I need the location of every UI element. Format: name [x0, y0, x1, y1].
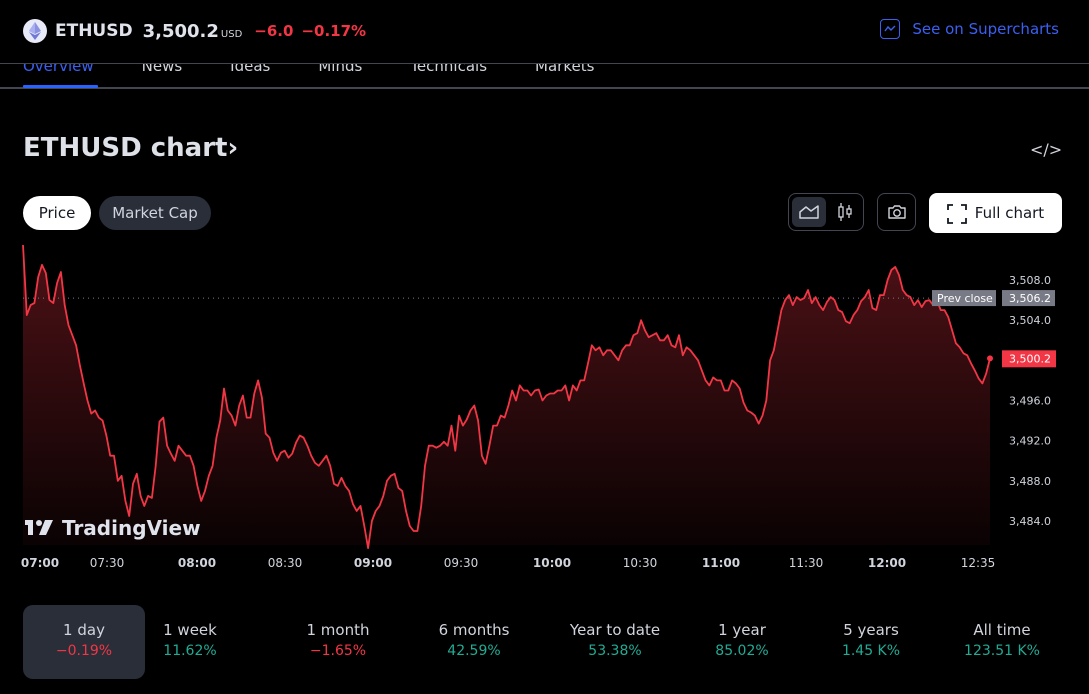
period-1-year[interactable]: 1 year 85.02% — [681, 605, 803, 679]
chart-style-switch — [788, 193, 864, 231]
period-change: 85.02% — [715, 643, 769, 659]
x-tick-label: 09:00 — [354, 556, 392, 570]
period-label: Year to date — [569, 621, 661, 639]
period-change: 1.45 K% — [841, 643, 901, 659]
screenshot-button[interactable] — [877, 193, 916, 231]
camera-icon — [887, 205, 906, 219]
period-all-time[interactable]: All time 123.51 K% — [941, 605, 1063, 679]
period-5-years[interactable]: 5 years 1.45 K% — [810, 605, 932, 679]
price-chart[interactable]: 3,508.0 3,504.0 3,496.0 3,492.0 3,488.0 3,484… — [0, 245, 1089, 585]
symbol-name: ETHUSD — [55, 21, 133, 41]
period-label: 1 month — [306, 621, 370, 639]
x-tick-label: 10:30 — [623, 556, 658, 570]
candles-chart-button[interactable] — [829, 197, 861, 227]
period-change: 42.59% — [447, 643, 501, 659]
x-tick-label: 08:30 — [268, 556, 303, 570]
period-change: 11.62% — [163, 643, 217, 659]
period-change: −1.65% — [309, 643, 367, 659]
last-price-dot — [987, 355, 993, 362]
chart-title: ETHUSD chart — [23, 133, 228, 163]
prev-close-label: Prev close — [937, 292, 993, 305]
period-label: All time — [973, 621, 1031, 639]
period-label: 1 year — [718, 621, 766, 639]
see-on-supercharts-link[interactable]: See on Supercharts — [880, 19, 1059, 39]
y-tick-label: 3,492.0 — [1009, 435, 1051, 448]
x-tick-label: 08:00 — [178, 556, 216, 570]
fullscreen-icon — [946, 204, 967, 224]
embed-code-button[interactable]: </> — [1030, 140, 1062, 159]
y-tick-label: 3,504.0 — [1009, 314, 1051, 327]
divider — [0, 63, 1089, 64]
prev-close-badge: Prev close 3,506.2 — [932, 290, 1055, 307]
area-chart-button[interactable] — [792, 197, 826, 227]
supercharts-label: See on Supercharts — [912, 20, 1059, 38]
period-label: 5 years — [843, 621, 899, 639]
last-price: 3,500.2 — [142, 20, 219, 42]
x-tick-label: 11:30 — [789, 556, 824, 570]
period-label: 1 week — [163, 621, 217, 639]
period-1-month[interactable]: 1 month −1.65% — [277, 605, 399, 679]
y-tick-label: 3,488.0 — [1009, 475, 1051, 488]
tab-bar-clip — [0, 54, 1089, 63]
period-change: 53.38% — [588, 643, 642, 659]
price-area-fill — [23, 245, 990, 549]
period-6-months[interactable]: 6 months 42.59% — [413, 605, 535, 679]
ethereum-icon — [23, 19, 47, 43]
code-icon: </> — [1030, 140, 1063, 159]
x-tick-label: 07:30 — [90, 556, 125, 570]
y-tick-label: 3,484.0 — [1009, 515, 1051, 528]
full-chart-label: Full chart — [974, 204, 1045, 222]
y-tick-label: 3,496.0 — [1009, 395, 1051, 408]
currency: USD — [220, 28, 243, 40]
performance-periods: 1 day −0.19% 1 week 11.62% 1 month −1.65% 6 mo… — [23, 605, 1063, 679]
price-change: −6.0 — [254, 22, 294, 40]
chart-line-icon — [880, 19, 901, 39]
market-cap-toggle[interactable]: Market Cap — [99, 196, 211, 230]
x-tick-label: 12:35 — [961, 556, 996, 570]
period-1-day[interactable]: 1 day −0.19% — [23, 605, 145, 679]
prev-close-value: 3,506.2 — [1009, 292, 1051, 305]
symbol-header: ETHUSD 3,500.2 USD −6.0 −0.17% — [23, 18, 374, 44]
x-tick-label: 09:30 — [444, 556, 479, 570]
last-price-value: 3,500.2 — [1009, 352, 1051, 365]
chevron-right-icon: › — [227, 133, 239, 163]
x-tick-label: 07:00 — [21, 556, 59, 570]
x-tick-label: 11:00 — [702, 556, 740, 570]
last-price-badge: 3,500.2 — [1002, 350, 1056, 368]
period-change: 123.51 K% — [964, 643, 1040, 659]
period-year-to-date[interactable]: Year to date 53.38% — [554, 605, 676, 679]
full-chart-button[interactable]: Full chart — [929, 193, 1062, 233]
chart-title-link[interactable]: ETHUSD chart› — [23, 133, 238, 163]
price-toggle[interactable]: Price — [23, 196, 91, 230]
x-tick-label: 12:00 — [868, 556, 906, 570]
area-chart-icon — [799, 205, 819, 219]
candles-icon — [838, 203, 852, 221]
watermark-text: TradingView — [62, 516, 201, 540]
period-label: 1 day — [63, 621, 105, 639]
divider — [0, 87, 1089, 89]
y-tick-label: 3,508.0 — [1009, 274, 1051, 287]
period-1-week[interactable]: 1 week 11.62% — [129, 605, 251, 679]
period-label: 6 months — [438, 621, 510, 639]
price-change-pct: −0.17% — [301, 22, 367, 40]
x-tick-label: 10:00 — [533, 556, 571, 570]
active-tab-indicator — [23, 85, 98, 88]
period-change: −0.19% — [55, 643, 113, 659]
